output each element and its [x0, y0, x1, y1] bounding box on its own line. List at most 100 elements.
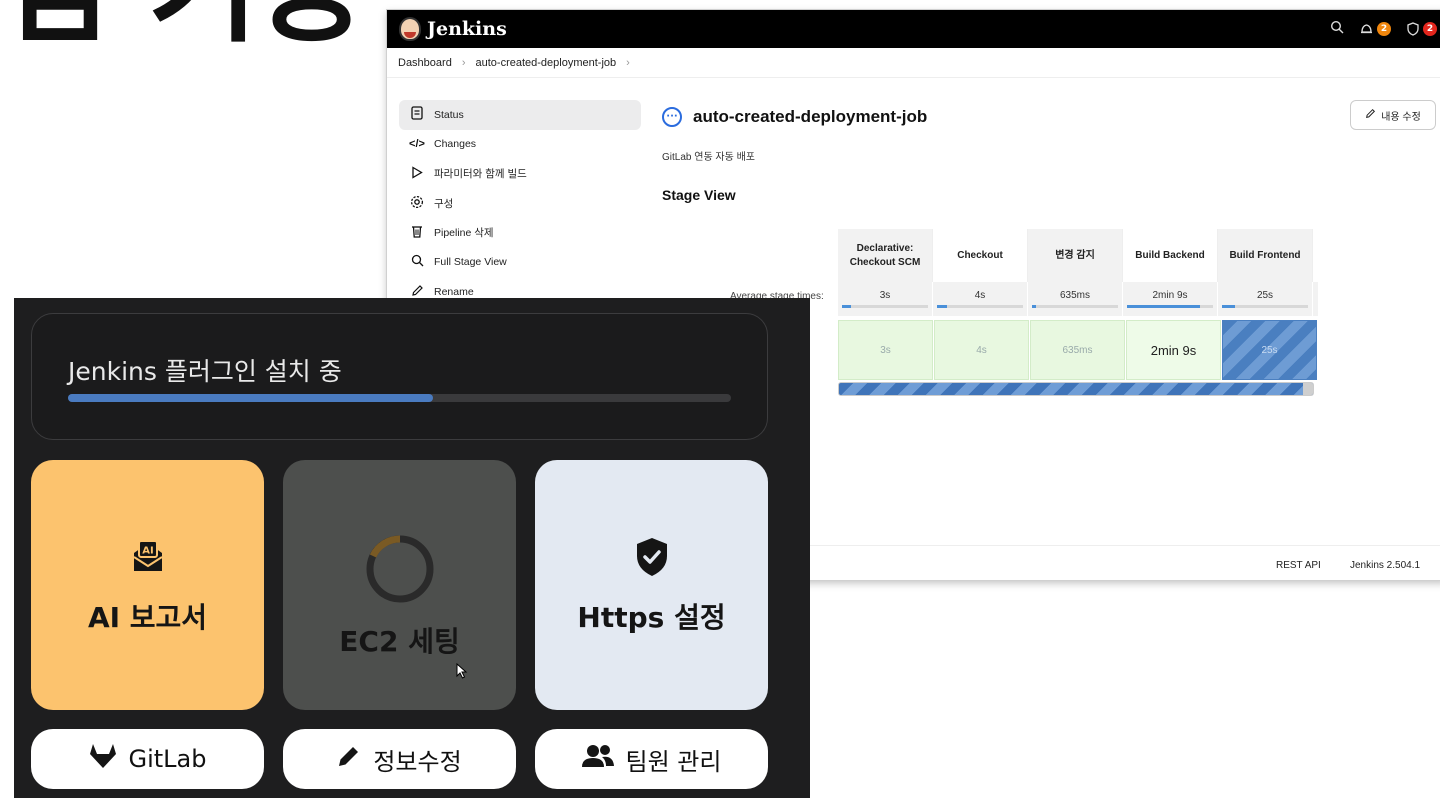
sidebar-item-full-stage-view[interactable]: Full Stage View — [399, 248, 641, 278]
job-description: GitLab 연동 자동 배포 — [662, 152, 755, 163]
stage-header-build-frontend: Build Frontend — [1218, 229, 1313, 282]
sidebar-item-label: 파라미터와 함께 빌드 — [434, 168, 527, 181]
stage-avg-bar — [1032, 305, 1037, 308]
chevron-right-icon: › — [461, 56, 466, 69]
stage-view-title: Stage View — [662, 187, 736, 203]
security-badge: 2 — [1423, 22, 1437, 36]
edit-info-label: 정보수정 — [373, 747, 462, 776]
edit-description-button[interactable]: 내용 수정 — [1350, 100, 1436, 130]
stage-avg-cell: 25s — [1218, 282, 1313, 316]
plugin-install-card: Jenkins 플러그인 설치 중 — [31, 313, 768, 440]
bell-icon — [1361, 24, 1372, 34]
chevron-right-icon: › — [626, 56, 630, 69]
ai-report-tile[interactable]: AI AI 보고서 — [31, 460, 264, 710]
stage-header-build-backend: Build Backend — [1123, 229, 1218, 282]
pencil-icon — [337, 744, 361, 774]
play-icon — [409, 166, 425, 182]
gear-icon — [409, 195, 425, 212]
stage-avg-bar — [1222, 305, 1235, 308]
sidebar-item-label: Pipeline 삭제 — [434, 227, 494, 240]
spinner-icon — [363, 530, 437, 608]
gitlab-button[interactable]: GitLab — [31, 729, 264, 789]
users-icon — [581, 744, 614, 774]
stage-header-line2: Checkout SCM — [849, 256, 921, 268]
pencil-icon — [1365, 108, 1376, 122]
more-dots-icon: ··· — [662, 107, 682, 127]
gitlab-button-label: GitLab — [128, 745, 207, 773]
stage-header-checkout-scm: Declarative: Checkout SCM — [838, 229, 933, 282]
build-row: 3s 4s 635ms 2min 9s 25s — [838, 320, 1318, 380]
sidebar-item-label: Changes — [434, 138, 477, 151]
team-manage-label: 팀원 관리 — [625, 747, 722, 776]
jenkins-sidebar: Status </> Changes 파라미터와 함께 빌드 구성 Pipeli… — [399, 100, 641, 307]
ec2-setup-tile[interactable]: EC2 세팅 — [283, 460, 516, 710]
stage-avg-time: 635ms — [1059, 290, 1090, 301]
breadcrumb-job[interactable]: auto-created-deployment-job — [476, 57, 617, 69]
stage-avg-cell: 4s — [933, 282, 1028, 316]
stage-avg-bar — [842, 305, 851, 308]
edit-button-label: 내용 수정 — [1381, 111, 1421, 123]
stage-avg-bar — [1127, 305, 1201, 308]
plugin-install-title: Jenkins 플러그인 설치 중 — [68, 357, 342, 386]
trash-icon — [409, 224, 425, 241]
search-icon — [409, 254, 425, 270]
sidebar-item-status[interactable]: Status — [399, 100, 641, 130]
plugin-install-progress-fill — [68, 394, 433, 402]
svg-text:AI: AI — [142, 546, 153, 557]
gitlab-icon — [89, 743, 117, 775]
sidebar-item-label: Full Stage View — [434, 256, 507, 269]
edit-info-button[interactable]: 정보수정 — [283, 729, 516, 789]
stage-avg-time: 3s — [879, 290, 891, 301]
sidebar-item-configure[interactable]: 구성 — [399, 189, 641, 219]
ai-mail-icon: AI — [128, 534, 168, 580]
mouse-cursor-icon — [456, 662, 468, 683]
stage-view-table: Declarative: Checkout SCM Checkout 변경 감지 … — [838, 229, 1318, 396]
stage-run-cell[interactable]: 2min 9s — [1126, 320, 1221, 380]
stage-run-cell[interactable]: 4s — [934, 320, 1029, 380]
jenkins-butler-icon — [399, 17, 421, 41]
build-progress-bar — [838, 382, 1314, 396]
status-icon — [409, 106, 425, 123]
https-setup-label: Https 설정 — [577, 601, 726, 634]
stage-avg-cell: 2min 9s — [1123, 282, 1218, 316]
notification-badge: 2 — [1377, 22, 1391, 36]
sidebar-item-changes[interactable]: </> Changes — [399, 130, 641, 160]
stage-avg-cell: 3s — [838, 282, 933, 316]
jenkins-logo[interactable]: Jenkins — [399, 17, 507, 41]
team-manage-button[interactable]: 팀원 관리 — [535, 729, 768, 789]
stage-avg-time: 25s — [1256, 290, 1274, 301]
sidebar-item-label: Rename — [434, 285, 474, 298]
page-heading: 점 기능 — [0, 0, 367, 50]
stage-run-cell[interactable]: 3s — [838, 320, 933, 380]
code-icon: </> — [409, 138, 425, 151]
ai-report-label: AI 보고서 — [87, 601, 208, 634]
jenkins-main: ··· auto-created-deployment-job GitLab 연… — [662, 100, 927, 203]
stage-run-cell[interactable]: 635ms — [1030, 320, 1125, 380]
https-setup-tile[interactable]: Https 설정 — [535, 460, 768, 710]
stage-header-line1: Declarative: — [856, 242, 914, 254]
stage-avg-time: 4s — [974, 290, 986, 301]
stage-header-checkout: Checkout — [933, 229, 1028, 282]
jenkins-header: Jenkins 2 2 — [387, 10, 1440, 48]
job-title: auto-created-deployment-job — [693, 107, 928, 126]
stage-avg-bar — [937, 305, 948, 308]
breadcrumb: Dashboard › auto-created-deployment-job … — [387, 48, 1440, 78]
stage-avg-cell: 635ms — [1028, 282, 1123, 316]
notifications-button[interactable]: 2 — [1360, 22, 1391, 36]
rest-api-link[interactable]: REST API — [1276, 560, 1321, 571]
sidebar-item-build-with-params[interactable]: 파라미터와 함께 빌드 — [399, 159, 641, 189]
sidebar-item-label: 구성 — [434, 197, 454, 210]
jenkins-logo-text: Jenkins — [427, 18, 507, 40]
plugin-install-progress — [68, 394, 731, 402]
search-icon[interactable] — [1330, 20, 1344, 38]
breadcrumb-dashboard[interactable]: Dashboard — [398, 57, 452, 69]
shield-icon — [1407, 22, 1419, 36]
stage-avg-time: 2min 9s — [1152, 290, 1188, 301]
security-button[interactable]: 2 — [1407, 22, 1437, 36]
stage-run-cell-running[interactable]: 25s — [1222, 320, 1317, 380]
ec2-setup-label: EC2 세팅 — [339, 625, 460, 658]
jenkins-version-link[interactable]: Jenkins 2.504.1 — [1350, 560, 1420, 571]
sidebar-item-delete-pipeline[interactable]: Pipeline 삭제 — [399, 218, 641, 248]
shield-check-icon — [635, 534, 669, 580]
plugin-dashboard-panel: Jenkins 플러그인 설치 중 AI AI 보고서 EC2 세팅 Https… — [14, 298, 810, 798]
